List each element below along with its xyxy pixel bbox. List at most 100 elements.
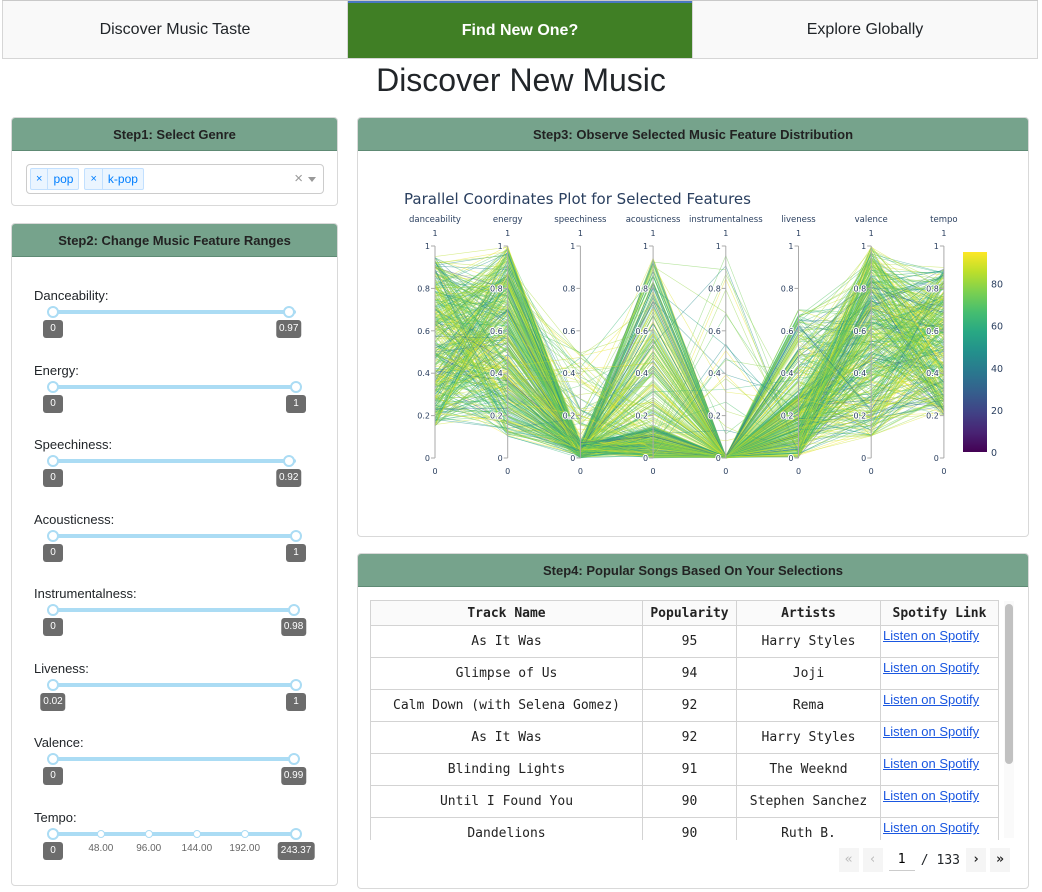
- slider-min-value: 0.02: [40, 692, 66, 711]
- slider-mark-dot: [144, 829, 153, 838]
- slider-label: Instrumentalness:: [34, 586, 137, 601]
- step2-card: Step2: Change Music Feature Ranges Dance…: [11, 223, 338, 886]
- slider-min-handle[interactable]: [47, 529, 59, 542]
- slider-liveness: Liveness: 0.02 1: [34, 661, 324, 711]
- slider-min-handle[interactable]: [47, 604, 59, 616]
- slider-min-handle[interactable]: [47, 827, 59, 840]
- slider-max-handle[interactable]: [290, 529, 302, 542]
- page-number-input[interactable]: [888, 849, 915, 871]
- slider-tempo: Tempo: 48.00 96.00 144.00 192.00 0 243.3…: [34, 810, 324, 860]
- clear-all-icon[interactable]: ×: [294, 170, 303, 187]
- axis-bottom-label: 0: [651, 467, 656, 476]
- slider-max-handle[interactable]: [290, 678, 302, 691]
- slider-instrumentalness: Instrumentalness: 0 0.98: [34, 586, 324, 636]
- chevron-down-icon[interactable]: [308, 177, 316, 182]
- slider-label: Acousticness:: [34, 511, 115, 527]
- colorbar: [963, 252, 987, 452]
- axis-title: acousticness: [626, 215, 681, 225]
- slider-max-handle[interactable]: [282, 455, 295, 467]
- next-page-button[interactable]: ›: [966, 848, 986, 872]
- column-header-track-name[interactable]: Track Name: [370, 600, 643, 626]
- axis-tick-label: 0.2: [781, 412, 794, 421]
- slider-min-handle[interactable]: [47, 380, 59, 393]
- spotify-link[interactable]: Listen on Spotify: [883, 756, 979, 771]
- slider-min-handle[interactable]: [47, 306, 59, 318]
- last-page-button[interactable]: »: [990, 848, 1010, 872]
- spotify-link-cell: Listen on Spotify: [880, 785, 999, 818]
- range-slider-track[interactable]: 0 0.92: [43, 455, 302, 487]
- axis-top-label: 1: [578, 229, 583, 238]
- axis-bottom-label: 0: [796, 467, 801, 476]
- axis-tick-label: 0: [570, 454, 575, 463]
- axis-tick-label: 0: [934, 454, 939, 463]
- spotify-link[interactable]: Listen on Spotify: [883, 692, 979, 707]
- step4-header: Step4: Popular Songs Based On Your Selec…: [358, 554, 1028, 587]
- tab-find-new-one[interactable]: Find New One?: [348, 1, 692, 59]
- axis-tick-label: 0.8: [635, 284, 648, 293]
- axis-tick-label: 0.6: [635, 327, 648, 336]
- slider-label: Energy:: [34, 362, 79, 378]
- axis-bottom-label: 0: [505, 467, 510, 476]
- step2-header: Step2: Change Music Feature Ranges: [12, 224, 337, 257]
- first-page-button[interactable]: «: [838, 848, 859, 872]
- spotify-link[interactable]: Listen on Spotify: [883, 724, 979, 739]
- slider-min-value: 0: [43, 767, 63, 785]
- genre-dropdown[interactable]: × pop × k-pop ×: [26, 164, 324, 194]
- axis-tick-label: 0.6: [708, 327, 721, 336]
- spotify-link[interactable]: Listen on Spotify: [883, 788, 979, 803]
- slider-max-value: 0.92: [275, 469, 302, 487]
- table-scrollbar[interactable]: [1004, 601, 1014, 838]
- axis-tick-label: 0.6: [853, 327, 866, 336]
- slider-min-handle[interactable]: [47, 753, 59, 765]
- tab-discover-music-taste[interactable]: Discover Music Taste: [2, 1, 348, 59]
- table-row: As It Was 95 Harry Styles Listen on Spot…: [370, 625, 999, 658]
- slider-min-value: 0: [43, 618, 63, 636]
- artists-cell: The Weeknd: [736, 753, 881, 786]
- spotify-link[interactable]: Listen on Spotify: [883, 820, 979, 835]
- column-header-popularity[interactable]: Popularity: [642, 600, 737, 626]
- range-slider-track[interactable]: 0.02 1: [40, 678, 306, 711]
- axis-tick-label: 0.8: [853, 284, 866, 293]
- axis-tick-label: 1: [788, 242, 793, 251]
- previous-page-button[interactable]: ‹: [862, 848, 883, 872]
- range-slider-track[interactable]: 0 1: [43, 529, 306, 562]
- parallel-coordinates-chart[interactable]: Parallel Coordinates Plot for Selected F…: [358, 152, 1028, 537]
- range-slider-track[interactable]: 48.00 96.00 144.00 192.00 0 243.37: [43, 827, 315, 860]
- slider-max-handle[interactable]: [287, 604, 300, 616]
- range-slider-track[interactable]: 0 1: [43, 380, 306, 413]
- range-slider-track[interactable]: 0 0.98: [43, 604, 307, 636]
- track-name-cell: Blinding Lights: [370, 753, 643, 786]
- slider-max-handle[interactable]: [290, 380, 302, 393]
- remove-pop-icon[interactable]: ×: [31, 169, 49, 189]
- table-row: Blinding Lights 91 The Weeknd Listen on …: [370, 753, 999, 786]
- slider-max-value: 243.37: [277, 841, 315, 860]
- spotify-link[interactable]: Listen on Spotify: [883, 628, 979, 643]
- scrollbar-thumb[interactable]: [1005, 604, 1013, 764]
- column-header-spotify-link[interactable]: Spotify Link: [880, 600, 999, 626]
- colorbar-tick-label: 0: [991, 448, 997, 459]
- slider-max-handle[interactable]: [290, 827, 302, 840]
- data-lines: [434, 245, 945, 459]
- track-name-cell: Dandelions: [370, 817, 643, 840]
- page-title: Discover New Music: [376, 62, 666, 98]
- slider-max-handle[interactable]: [282, 306, 295, 318]
- range-slider-track[interactable]: 0 0.99: [43, 753, 307, 785]
- remove-k-pop-icon[interactable]: ×: [85, 169, 103, 189]
- track-name-cell: Until I Found You: [370, 785, 643, 818]
- slider-min-handle[interactable]: [47, 455, 59, 467]
- column-header-artists[interactable]: Artists: [736, 600, 881, 626]
- axis-tick-label: 0.4: [708, 369, 721, 378]
- tab-explore-globally[interactable]: Explore Globally: [692, 1, 1038, 59]
- axis-top-label: 1: [941, 229, 946, 238]
- axis-tick-label: 0.2: [490, 412, 503, 421]
- slider-max-handle[interactable]: [287, 753, 300, 765]
- slider-min-handle[interactable]: [47, 678, 59, 691]
- slider-max-value: 1: [286, 543, 306, 562]
- popularity-cell: 90: [642, 785, 737, 818]
- spotify-link[interactable]: Listen on Spotify: [883, 660, 979, 675]
- step3-header: Step3: Observe Selected Music Feature Di…: [358, 118, 1028, 151]
- slider-label: Valence:: [34, 735, 84, 750]
- axis-top-label: 1: [505, 229, 510, 238]
- track-name-cell: Glimpse of Us: [370, 657, 643, 690]
- range-slider-track[interactable]: 0 0.97: [43, 306, 302, 338]
